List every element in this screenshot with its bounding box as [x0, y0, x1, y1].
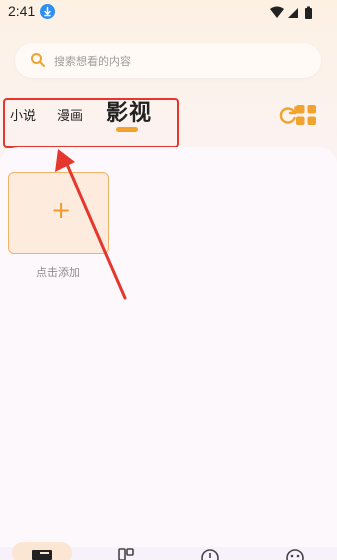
- plus-icon: +: [51, 196, 72, 224]
- search-icon: [30, 52, 46, 72]
- status-bar: 2:41: [0, 0, 337, 26]
- bookshelf-icon[interactable]: [31, 540, 53, 560]
- grid-icon[interactable]: [294, 103, 318, 127]
- add-card-button[interactable]: +: [8, 172, 109, 254]
- battery-icon: [305, 6, 312, 19]
- bottom-nav: [0, 540, 337, 560]
- profile-icon[interactable]: [285, 540, 305, 560]
- add-card-label: 点击添加: [36, 266, 80, 279]
- annotation-highlight-box: [3, 98, 179, 148]
- search-placeholder: 搜索想看的内容: [54, 55, 131, 68]
- search-bar[interactable]: 搜索想看的内容: [15, 43, 321, 78]
- status-time: 2:41: [8, 3, 36, 19]
- history-icon[interactable]: [200, 540, 220, 560]
- wifi-icon: [270, 6, 284, 18]
- download-icon: [40, 4, 55, 19]
- signal-icon: [288, 8, 298, 18]
- system-icons: [269, 5, 315, 24]
- discover-icon[interactable]: [116, 540, 136, 560]
